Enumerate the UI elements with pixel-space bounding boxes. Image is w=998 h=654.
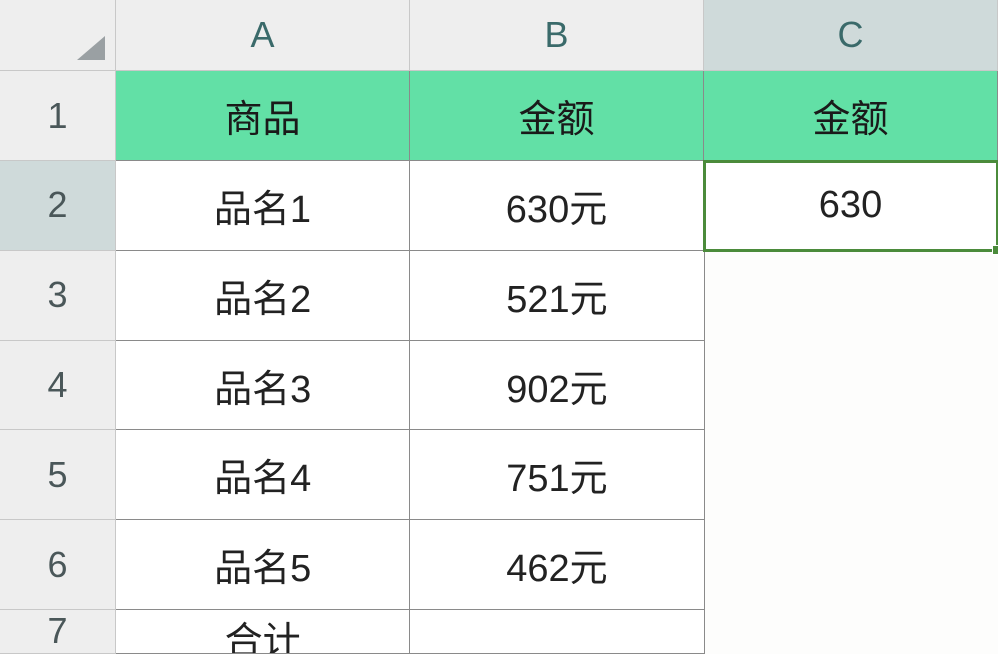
cell-a2[interactable]: 品名1 (116, 161, 410, 251)
cell-b6[interactable]: 462元 (410, 520, 704, 610)
cell-b4[interactable]: 902元 (410, 341, 704, 431)
cell-c5[interactable] (705, 430, 998, 520)
row-3: 3 品名2 521元 (0, 251, 998, 341)
row-1: 1 商品 金额 金额 (0, 71, 998, 161)
row-header-2[interactable]: 2 (0, 161, 116, 251)
cell-b2[interactable]: 630元 (410, 161, 704, 251)
row-6: 6 品名5 462元 (0, 520, 998, 610)
row-header-1[interactable]: 1 (0, 71, 116, 161)
row-header-7[interactable]: 7 (0, 610, 116, 654)
cell-c6[interactable] (705, 520, 998, 610)
cell-c4[interactable] (705, 341, 998, 431)
col-header-c[interactable]: C (704, 0, 998, 70)
cell-c7[interactable] (705, 610, 998, 654)
row-header-3[interactable]: 3 (0, 251, 116, 341)
cell-c2[interactable]: 630 (704, 161, 998, 251)
cell-c2-value: 630 (819, 184, 882, 227)
col-header-b[interactable]: B (410, 0, 704, 70)
row-4: 4 品名3 902元 (0, 341, 998, 431)
spreadsheet: A B C 1 商品 金额 金额 2 品名1 630元 630 3 品名2 52… (0, 0, 998, 654)
row-7: 7 合计 (0, 610, 998, 654)
row-header-5[interactable]: 5 (0, 430, 116, 520)
cell-a7[interactable]: 合计 (116, 610, 410, 654)
col-header-a[interactable]: A (116, 0, 410, 70)
cell-c1[interactable]: 金额 (704, 71, 998, 161)
cell-b7[interactable] (410, 610, 704, 654)
cell-b3[interactable]: 521元 (410, 251, 704, 341)
cell-b5[interactable]: 751元 (410, 430, 704, 520)
cell-a4[interactable]: 品名3 (116, 341, 410, 431)
cell-a3[interactable]: 品名2 (116, 251, 410, 341)
cell-b1[interactable]: 金额 (410, 71, 704, 161)
column-headers: A B C (0, 0, 998, 71)
row-header-6[interactable]: 6 (0, 520, 116, 610)
row-header-4[interactable]: 4 (0, 341, 116, 431)
fill-handle[interactable] (992, 245, 998, 255)
select-all-corner[interactable] (0, 0, 116, 70)
cell-c3[interactable] (705, 251, 998, 341)
cell-a5[interactable]: 品名4 (116, 430, 410, 520)
row-5: 5 品名4 751元 (0, 430, 998, 520)
cell-a1[interactable]: 商品 (116, 71, 410, 161)
cell-a6[interactable]: 品名5 (116, 520, 410, 610)
row-2: 2 品名1 630元 630 (0, 161, 998, 251)
